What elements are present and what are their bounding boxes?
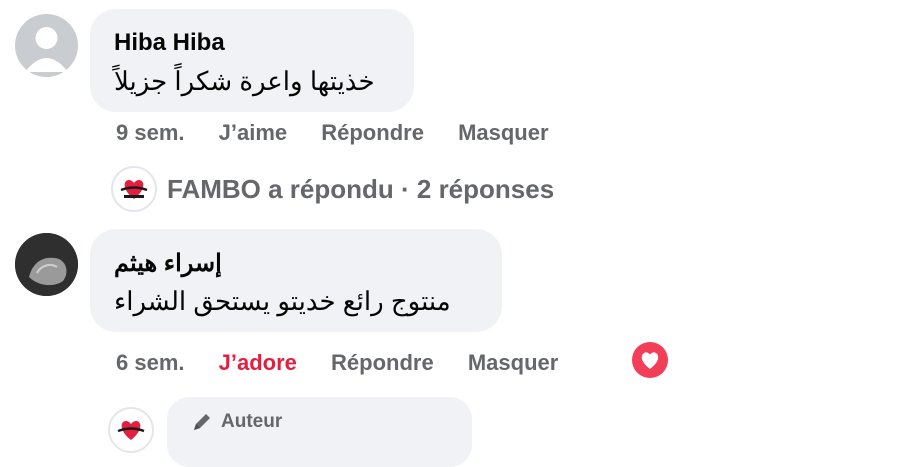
comment-text: منتوج رائع خديتو يستحق الشراء xyxy=(114,286,451,316)
comment-bubble: إسراء هيثم منتوج رائع خديتو يستحق الشراء xyxy=(90,229,502,332)
comment-actions: 6 sem. J’adore Répondre Masquer xyxy=(116,350,586,376)
comment-author[interactable]: Hiba Hiba xyxy=(114,29,225,57)
comment-time[interactable]: 6 sem. xyxy=(116,350,185,375)
hide-button[interactable]: Masquer xyxy=(458,120,548,145)
default-avatar-icon[interactable] xyxy=(15,14,78,77)
fambo-logo-icon xyxy=(108,407,154,453)
reply-button[interactable]: Répondre xyxy=(321,120,424,145)
reply-bubble: Auteur xyxy=(167,397,472,467)
love-reaction-button[interactable]: J’adore xyxy=(219,350,297,375)
author-badge: Auteur xyxy=(191,411,282,433)
hide-button[interactable]: Masquer xyxy=(468,350,558,375)
comment-bubble: Hiba Hiba خذيتها واعرة شكراً جزيلاً xyxy=(90,9,414,112)
author-badge-label: Auteur xyxy=(221,411,283,432)
comment-time[interactable]: 9 sem. xyxy=(116,120,185,145)
avatar[interactable] xyxy=(15,233,78,296)
heart-reaction-icon[interactable] xyxy=(632,342,668,378)
comment-actions: 9 sem. J’aime Répondre Masquer xyxy=(116,120,577,146)
fambo-logo-icon xyxy=(111,166,157,212)
pencil-icon xyxy=(194,414,210,430)
like-button[interactable]: J’aime xyxy=(219,120,288,145)
comment-author[interactable]: إسراء هيثم xyxy=(114,249,222,278)
view-replies-link[interactable]: FAMBO a répondu · 2 réponses xyxy=(167,174,554,205)
reply-button[interactable]: Répondre xyxy=(331,350,434,375)
comment-text: خذيتها واعرة شكراً جزيلاً xyxy=(114,66,375,96)
